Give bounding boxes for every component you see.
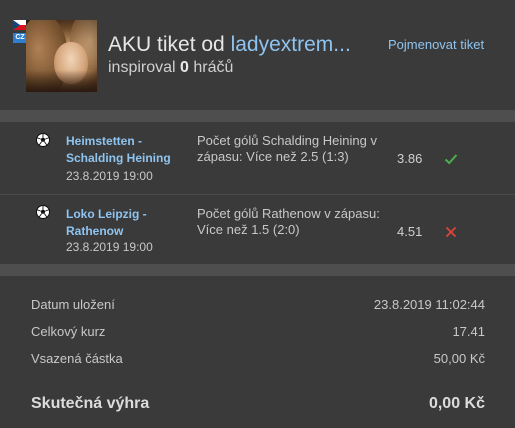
- bet-list: Heimstetten - Schalding Heining 23.8.201…: [0, 122, 515, 264]
- stake-label: Vsazená částka: [31, 351, 123, 366]
- stake-value: 50,00 Kč: [433, 351, 485, 366]
- bet-row: Heimstetten - Schalding Heining 23.8.201…: [0, 122, 515, 192]
- total-odds-label: Celkový kurz: [31, 324, 106, 339]
- avatar-block: CZ: [13, 20, 97, 94]
- inspired-prefix: inspiroval: [108, 59, 176, 76]
- title-prefix: AKU tiket od: [108, 33, 225, 56]
- bet-odds: 3.86: [397, 151, 423, 166]
- bet-date: 23.8.2019 19:00: [66, 169, 153, 183]
- bet-match-link[interactable]: Loko Leipzig - Rathenow: [66, 206, 186, 240]
- bet-odds: 4.51: [397, 224, 423, 239]
- soccer-ball-icon: [36, 205, 50, 219]
- bet-market: Počet gólů Schalding Heining v zápasu: V…: [197, 133, 377, 164]
- divider: [0, 264, 515, 276]
- rename-ticket-link[interactable]: Pojmenovat tiket: [388, 37, 484, 52]
- divider: [0, 110, 515, 122]
- saved-date-value: 23.8.2019 11:02:44: [373, 297, 485, 312]
- inspired-count-text: inspiroval 0 hráčů: [108, 59, 233, 77]
- inspired-count: 0: [180, 59, 189, 76]
- czech-flag-icon: [13, 20, 27, 30]
- cross-icon: [445, 226, 457, 238]
- bet-market: Počet gólů Rathenow v zápasu: Více než 1…: [197, 206, 380, 237]
- inspired-suffix: hráčů: [193, 59, 234, 76]
- ticket-summary: Datum uložení 23.8.2019 11:02:44 Celkový…: [0, 276, 515, 428]
- country-code-badge: CZ: [13, 33, 27, 43]
- bet-row: Loko Leipzig - Rathenow 23.8.2019 19:00 …: [0, 194, 515, 264]
- ticket-header: CZ AKU tiket od ladyextrem... inspiroval…: [0, 0, 515, 110]
- bet-date: 23.8.2019 19:00: [66, 240, 153, 254]
- username-link[interactable]: ladyextrem...: [231, 33, 351, 56]
- avatar[interactable]: [26, 20, 97, 92]
- soccer-ball-icon: [36, 133, 50, 147]
- ticket-title: AKU tiket od ladyextrem...: [108, 33, 351, 57]
- bet-match-link[interactable]: Heimstetten - Schalding Heining: [66, 133, 186, 167]
- saved-date-label: Datum uložení: [31, 297, 115, 312]
- actual-win-value: 0,00 Kč: [428, 395, 485, 412]
- total-odds-value: 17.41: [452, 324, 485, 339]
- check-icon: [444, 154, 458, 165]
- actual-win-label: Skutečná výhra: [31, 395, 150, 412]
